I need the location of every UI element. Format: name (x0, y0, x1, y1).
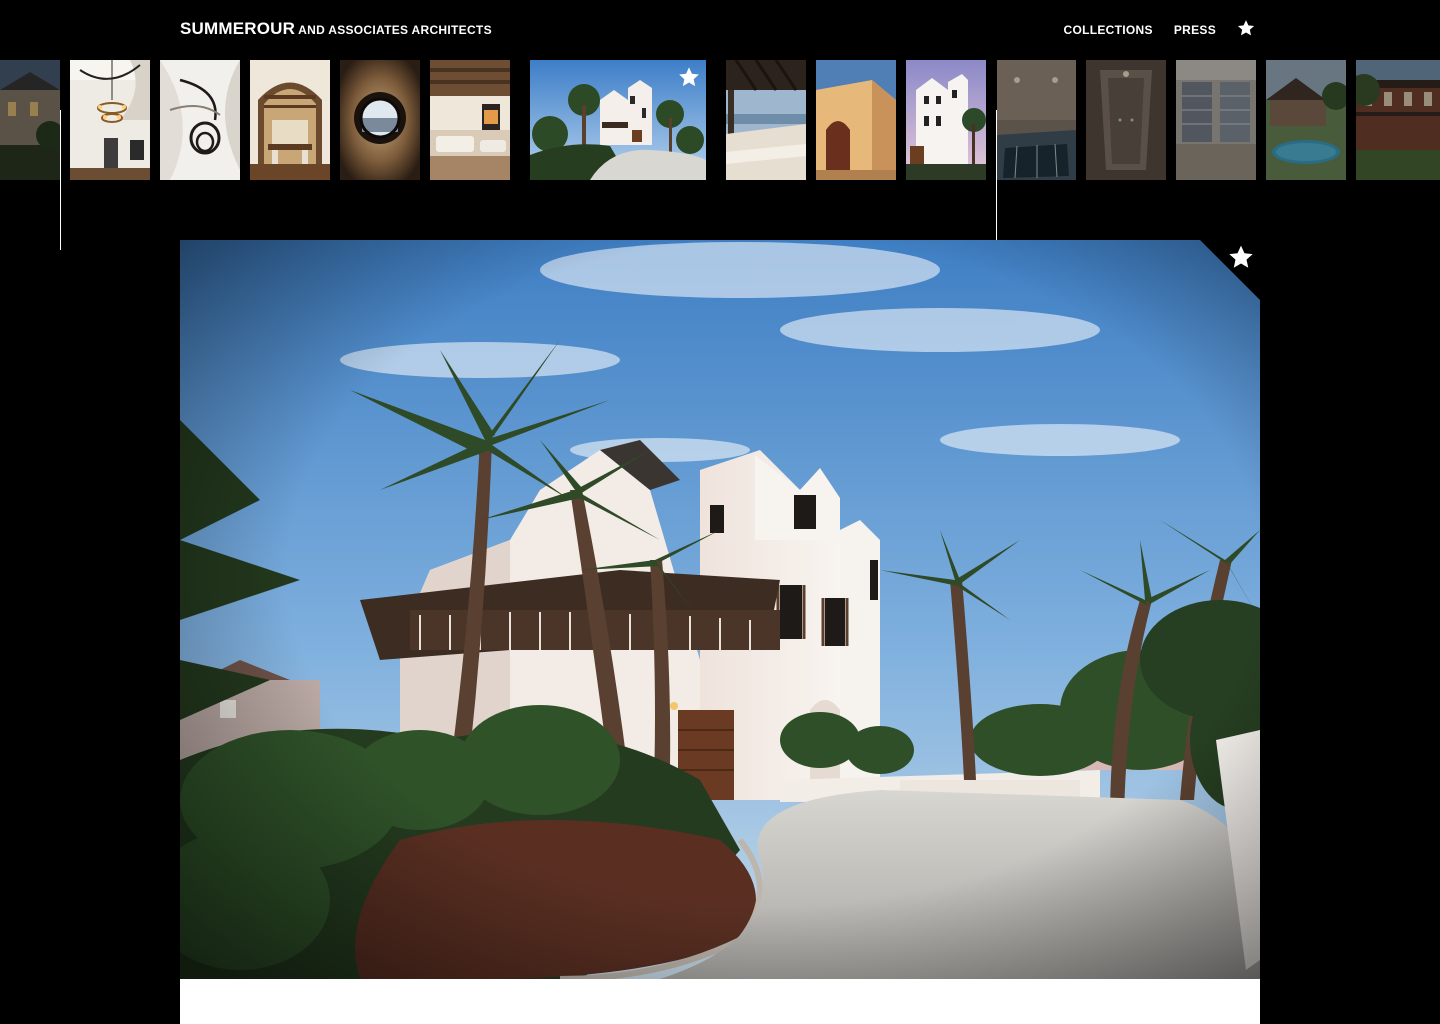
thumbnail-round-porthole-window[interactable] (340, 60, 420, 180)
main-nav: COLLECTIONS PRESS (1064, 19, 1256, 38)
thumbnail-steam-shower[interactable] (1086, 60, 1166, 180)
star-icon[interactable] (1237, 19, 1255, 37)
brand-tagline: AND ASSOCIATES ARCHITECTS (298, 23, 492, 37)
thumbnail-white-beach-house-palms[interactable] (530, 60, 706, 180)
strip-divider (60, 110, 61, 250)
thumbnail-spiral-staircase[interactable] (160, 60, 240, 180)
thumbnail-arched-dining-room[interactable] (250, 60, 330, 180)
thumbnail-house-exterior-night[interactable] (0, 60, 60, 180)
brand-logo[interactable]: SUMMEROUR AND ASSOCIATES ARCHITECTS (180, 18, 492, 41)
thumbnail-pool-lawn[interactable] (1266, 60, 1346, 180)
thumbnail-living-room-beams[interactable] (430, 60, 510, 180)
nav-collections[interactable]: COLLECTIONS (1064, 22, 1153, 38)
star-icon[interactable] (1228, 244, 1254, 270)
site-header: SUMMEROUR AND ASSOCIATES ARCHITECTS COLLE… (0, 0, 1440, 60)
thumbnail-spa-pool-room[interactable] (997, 60, 1076, 180)
thumbnail-courtyard-doorway[interactable] (816, 60, 896, 180)
caption-panel (180, 979, 1260, 1024)
thumbnail-strip (0, 60, 1440, 250)
thumbnail-staircase-chandelier[interactable] (70, 60, 150, 180)
thumbnail-white-house-tower[interactable] (906, 60, 986, 180)
nav-press[interactable]: PRESS (1174, 22, 1216, 38)
thumbnail-wine-cellar[interactable] (1176, 60, 1256, 180)
thumbnail-brick-house-porch[interactable] (1356, 60, 1440, 180)
hero-image (180, 240, 1260, 979)
thumbnail-terrace-pergola[interactable] (726, 60, 806, 180)
brand-name: SUMMEROUR (180, 19, 296, 38)
star-icon[interactable] (678, 66, 700, 88)
